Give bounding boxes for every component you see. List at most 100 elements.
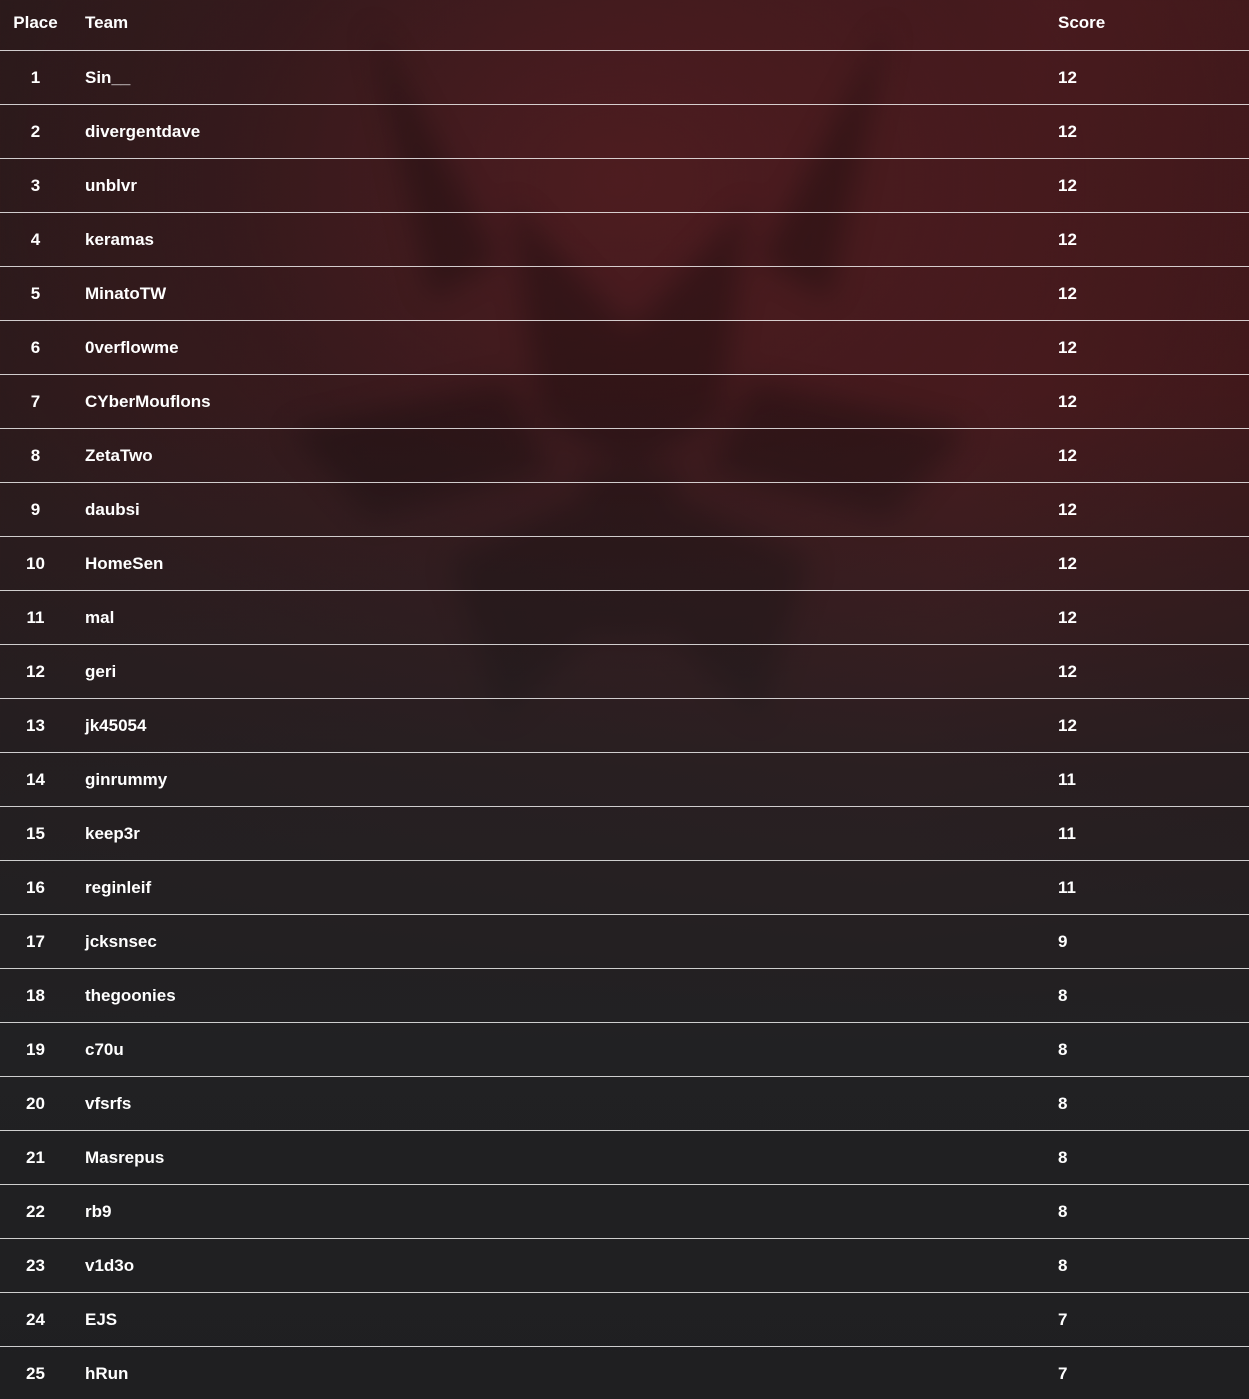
header-score: Score: [1058, 13, 1106, 32]
place-cell: 16: [26, 877, 45, 897]
place-cell: 13: [26, 715, 45, 735]
score-cell: 8: [1058, 1201, 1068, 1221]
team-name-cell: daubsi: [85, 499, 140, 519]
table-row: 14 ginrummy 11: [0, 753, 1249, 807]
team-name-cell: 0verflowme: [85, 337, 179, 357]
team-name-cell: Sin__: [85, 67, 131, 87]
table-row: 9 daubsi 12: [0, 483, 1249, 537]
table-row: 25 hRun 7: [0, 1347, 1249, 1399]
table-row: 16 reginleif 11: [0, 861, 1249, 915]
team-name-cell: ginrummy: [85, 769, 168, 789]
place-cell: 24: [26, 1309, 45, 1329]
team-name-cell: unblvr: [85, 175, 137, 195]
place-cell: 4: [30, 229, 41, 249]
score-cell: 11: [1058, 877, 1076, 897]
header-team: Team: [85, 13, 129, 32]
team-name-cell: ZetaTwo: [85, 445, 153, 465]
table-row: 18 thegoonies 8: [0, 969, 1249, 1023]
place-cell: 21: [26, 1147, 45, 1167]
score-cell: 12: [1058, 175, 1077, 195]
table-row: 11 mal 12: [0, 591, 1249, 645]
table-header: Place Team Score: [0, 0, 1249, 51]
place-cell: 22: [26, 1201, 45, 1221]
team-name-cell: c70u: [85, 1039, 124, 1059]
table-row: 3 unblvr 12: [0, 159, 1249, 213]
table-row: 4 keramas 12: [0, 213, 1249, 267]
place-cell: 5: [30, 283, 41, 303]
place-cell: 6: [30, 337, 41, 357]
place-cell: 9: [30, 499, 41, 519]
score-cell: 8: [1058, 1039, 1068, 1059]
place-cell: 18: [26, 985, 45, 1005]
place-cell: 7: [30, 391, 41, 411]
score-cell: 11: [1058, 823, 1076, 843]
header-place: Place: [13, 13, 58, 32]
table-row: 7 CYberMouflons 12: [0, 375, 1249, 429]
score-cell: 12: [1058, 499, 1077, 519]
team-name-cell: Masrepus: [85, 1147, 165, 1167]
place-cell: 12: [26, 661, 45, 681]
score-cell: 12: [1058, 121, 1077, 141]
team-name-cell: keep3r: [85, 823, 140, 843]
place-cell: 23: [26, 1255, 45, 1275]
place-cell: 15: [26, 823, 45, 843]
team-name-cell: keramas: [85, 229, 155, 249]
team-name-cell: geri: [85, 661, 117, 681]
score-cell: 12: [1058, 661, 1077, 681]
place-cell: 11: [26, 607, 45, 627]
team-name-cell: MinatoTW: [85, 283, 167, 303]
place-cell: 10: [26, 553, 45, 573]
table-row: 19 c70u 8: [0, 1023, 1249, 1077]
team-name-cell: mal: [85, 607, 115, 627]
place-cell: 14: [26, 769, 45, 789]
score-cell: 12: [1058, 553, 1077, 573]
score-cell: 12: [1058, 283, 1077, 303]
place-cell: 8: [30, 445, 41, 465]
table-row: 8 ZetaTwo 12: [0, 429, 1249, 483]
team-name-cell: vfsrfs: [85, 1093, 132, 1113]
table-row: 21 Masrepus 8: [0, 1131, 1249, 1185]
table-body: 1 Sin__ 12 2 divergentdave 12 3 unblvr 12 4 kerama…: [0, 51, 1249, 1399]
table-row: 12 geri 12: [0, 645, 1249, 699]
table-row: 13 jk45054 12: [0, 699, 1249, 753]
score-cell: 11: [1058, 769, 1076, 789]
team-name-cell: rb9: [85, 1201, 112, 1221]
score-cell: 12: [1058, 67, 1077, 87]
score-cell: 12: [1058, 607, 1077, 627]
place-cell: 19: [26, 1039, 45, 1059]
place-cell: 17: [26, 931, 45, 951]
team-name-cell: jcksnsec: [85, 931, 157, 951]
score-cell: 12: [1058, 445, 1077, 465]
table-row: 15 keep3r 11: [0, 807, 1249, 861]
table-row: 20 vfsrfs 8: [0, 1077, 1249, 1131]
score-cell: 8: [1058, 1255, 1068, 1275]
table-row: 5 MinatoTW 12: [0, 267, 1249, 321]
score-cell: 12: [1058, 229, 1077, 249]
table-row: 10 HomeSen 12: [0, 537, 1249, 591]
team-name-cell: jk45054: [85, 715, 147, 735]
place-cell: 25: [26, 1363, 45, 1383]
scoreboard-table: Place Team Score 1 Sin__ 12 2 divergentdave 1…: [0, 0, 1249, 1399]
score-cell: 8: [1058, 1093, 1068, 1113]
place-cell: 1: [30, 67, 41, 87]
table-row: 22 rb9 8: [0, 1185, 1249, 1239]
table-row: 1 Sin__ 12: [0, 51, 1249, 105]
score-cell: 7: [1058, 1363, 1068, 1383]
table-row: 2 divergentdave 12: [0, 105, 1249, 159]
team-name-cell: divergentdave: [85, 121, 201, 141]
team-name-cell: EJS: [85, 1309, 118, 1329]
team-name-cell: CYberMouflons: [85, 391, 211, 411]
table-row: 24 EJS 7: [0, 1293, 1249, 1347]
score-cell: 12: [1058, 391, 1077, 411]
score-cell: 7: [1058, 1309, 1068, 1329]
score-cell: 12: [1058, 715, 1077, 735]
team-name-cell: hRun: [85, 1363, 129, 1383]
score-cell: 8: [1058, 1147, 1068, 1167]
score-cell: 9: [1058, 931, 1068, 951]
score-cell: 12: [1058, 337, 1077, 357]
team-name-cell: v1d3o: [85, 1255, 135, 1275]
place-cell: 2: [30, 121, 41, 141]
team-name-cell: thegoonies: [85, 985, 176, 1005]
table-row: 23 v1d3o 8: [0, 1239, 1249, 1293]
team-name-cell: HomeSen: [85, 553, 164, 573]
